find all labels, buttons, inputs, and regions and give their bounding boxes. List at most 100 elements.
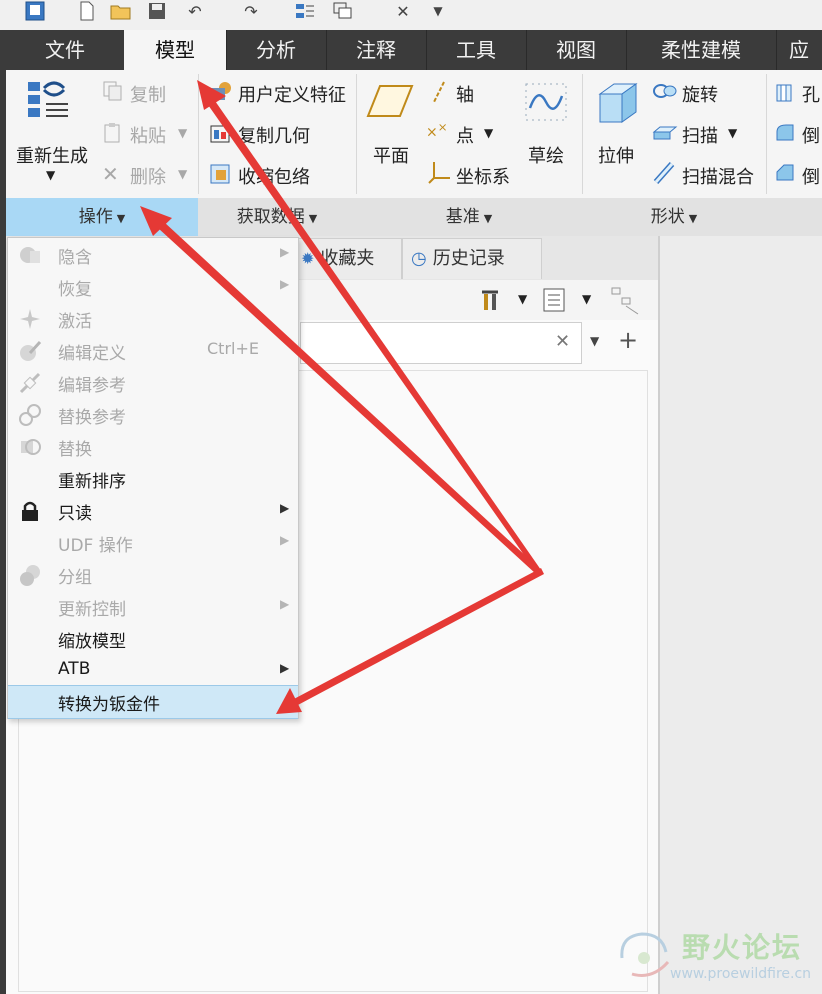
tree-settings-dropdown-icon[interactable]: ▼ <box>518 292 527 306</box>
tree-settings-icon[interactable] <box>478 286 504 318</box>
sketch-icon[interactable] <box>524 82 568 126</box>
add-icon[interactable]: + <box>618 326 638 354</box>
submenu-arrow-icon: ▶ <box>280 661 290 675</box>
menu-item-label: 编辑定义 <box>58 344 126 364</box>
search-options-dropdown-icon[interactable]: ▼ <box>590 334 599 348</box>
tab-analysis[interactable]: 分析 <box>226 30 327 70</box>
save-icon[interactable] <box>144 0 170 22</box>
windows-icon[interactable] <box>330 0 356 22</box>
menu-item-scale-model[interactable]: 缩放模型 <box>8 623 298 655</box>
sweep-dropdown-icon[interactable]: ▼ <box>728 126 737 140</box>
menu-item-edit-references[interactable]: 编辑参考 <box>8 367 298 399</box>
group-separator <box>356 74 357 194</box>
point-button[interactable]: 点 <box>456 122 474 148</box>
plane-button[interactable]: 平面 <box>373 142 409 168</box>
regenerate-label[interactable]: 重新生成 <box>16 142 88 168</box>
menu-item-activate[interactable]: 激活 <box>8 303 298 335</box>
copy-button[interactable]: 复制 <box>130 81 166 107</box>
chevron-down-icon: ▼ <box>308 212 318 225</box>
paste-dropdown-icon[interactable]: ▼ <box>178 126 187 140</box>
close-window-icon[interactable]: ✕ <box>390 0 416 22</box>
group-get-data[interactable]: 获取数据 ▼ <box>198 198 356 236</box>
group-shape[interactable]: 形状 ▼ <box>582 198 766 236</box>
tab-annotate[interactable]: 注释 <box>326 30 427 70</box>
menu-item-atb[interactable]: ATB ▶ <box>8 655 298 687</box>
copy-geometry-icon <box>208 122 234 150</box>
tree-filter-icon[interactable] <box>610 286 640 320</box>
menu-item-group[interactable]: 分组 <box>8 559 298 591</box>
group-operations[interactable]: 操作 ▼ <box>6 198 198 236</box>
plane-icon[interactable] <box>366 82 416 126</box>
graphics-area[interactable] <box>660 236 822 994</box>
group-separator <box>198 74 199 194</box>
hole-icon <box>774 82 796 108</box>
revolve-button[interactable]: 旋转 <box>682 81 718 107</box>
swept-blend-button[interactable]: 扫描混合 <box>682 163 754 189</box>
shrinkwrap-icon <box>208 162 234 190</box>
regenerate-dropdown-icon[interactable]: ▼ <box>46 168 55 182</box>
extrude-icon[interactable] <box>592 78 642 132</box>
show-dropdown-icon[interactable]: ▼ <box>582 292 591 306</box>
tab-favorites[interactable]: ✹ 收藏夹 <box>296 238 402 279</box>
tab-model[interactable]: 模型 <box>124 30 227 72</box>
group-datum[interactable]: 基准 ▼ <box>356 198 582 236</box>
menu-item-replace-references[interactable]: 替换参考 <box>8 399 298 431</box>
chevron-down-icon: ▼ <box>116 212 126 225</box>
point-dropdown-icon[interactable]: ▼ <box>484 126 493 140</box>
axis-button[interactable]: 轴 <box>456 81 474 107</box>
watermark-logo-icon <box>620 932 670 977</box>
regenerate-icon[interactable] <box>22 78 74 132</box>
shrinkwrap-button[interactable]: 收缩包络 <box>238 163 310 189</box>
tab-tools[interactable]: 工具 <box>426 30 527 70</box>
menu-item-convert-to-sheetmetal[interactable]: 转换为钣金件 <box>8 685 298 719</box>
delete-button[interactable]: 删除 <box>130 163 166 189</box>
ribbon-group-bar: 操作 ▼ 获取数据 ▼ 基准 ▼ 形状 ▼ <box>6 198 822 237</box>
hole-button[interactable]: 孔 <box>802 81 820 107</box>
undo-icon[interactable]: ↶ <box>180 0 210 22</box>
menu-item-reorder[interactable]: 重新排序 <box>8 463 298 495</box>
tab-history[interactable]: ◷ 历史记录 <box>402 238 542 279</box>
axis-icon <box>428 80 450 108</box>
paste-button[interactable]: 粘贴 <box>130 122 166 148</box>
udf-icon <box>208 80 234 108</box>
delete-dropdown-icon[interactable]: ▼ <box>178 167 187 181</box>
show-columns-icon[interactable] <box>542 286 566 318</box>
menu-item-edit-definition[interactable]: 编辑定义 Ctrl+E <box>8 335 298 367</box>
menu-item-update-control[interactable]: 更新控制 ▶ <box>8 591 298 623</box>
open-folder-icon[interactable] <box>108 0 134 22</box>
tab-applications[interactable]: 应 <box>776 30 822 70</box>
regenerate-small-icon[interactable] <box>292 0 318 22</box>
sweep-button[interactable]: 扫描 <box>682 122 718 148</box>
app-icon[interactable] <box>22 0 48 22</box>
tree-search-input[interactable]: ✕ <box>300 322 582 364</box>
copy-geometry-button[interactable]: 复制几何 <box>238 122 310 148</box>
clear-search-icon[interactable]: ✕ <box>555 331 570 352</box>
menu-item-label: 替换 <box>58 440 92 460</box>
sketch-button[interactable]: 草绘 <box>528 142 564 168</box>
round-button[interactable]: 倒 <box>802 122 820 148</box>
udf-button[interactable]: 用户定义特征 <box>238 81 346 107</box>
customize-qat-icon[interactable]: ▼ <box>428 0 448 22</box>
menu-item-replace[interactable]: 替换 <box>8 431 298 463</box>
new-file-icon[interactable] <box>74 0 100 22</box>
paste-icon <box>102 122 124 148</box>
chevron-down-icon: ▼ <box>688 212 698 225</box>
redo-icon[interactable]: ↷ <box>236 0 266 22</box>
tab-flexible-modeling[interactable]: 柔性建模 <box>626 30 777 70</box>
delete-icon: ✕ <box>102 162 119 186</box>
menu-item-suppress[interactable]: 隐含 ▶ <box>8 239 298 271</box>
menu-item-label: 编辑参考 <box>58 376 126 396</box>
ribbon: 重新生成 ▼ 复制 粘贴 ▼ ✕ 删除 ▼ 用户定义特征 复制几何 收缩包络 平… <box>6 70 822 198</box>
csys-button[interactable]: 坐标系 <box>456 163 510 189</box>
tab-view[interactable]: 视图 <box>526 30 627 70</box>
watermark-url: www.proewildfire.cn <box>670 966 812 982</box>
group-operations-label: 操作 <box>78 207 113 227</box>
tab-file[interactable]: 文件 <box>6 30 125 70</box>
menu-item-udf-operations[interactable]: UDF 操作 ▶ <box>8 527 298 559</box>
extrude-button[interactable]: 拉伸 <box>598 142 634 168</box>
csys-icon <box>428 160 452 188</box>
menu-item-read-only[interactable]: 只读 ▶ <box>8 495 298 527</box>
menu-item-resume[interactable]: 恢复 ▶ <box>8 271 298 303</box>
chamfer-button[interactable]: 倒 <box>802 163 820 189</box>
chamfer-icon <box>774 162 796 188</box>
